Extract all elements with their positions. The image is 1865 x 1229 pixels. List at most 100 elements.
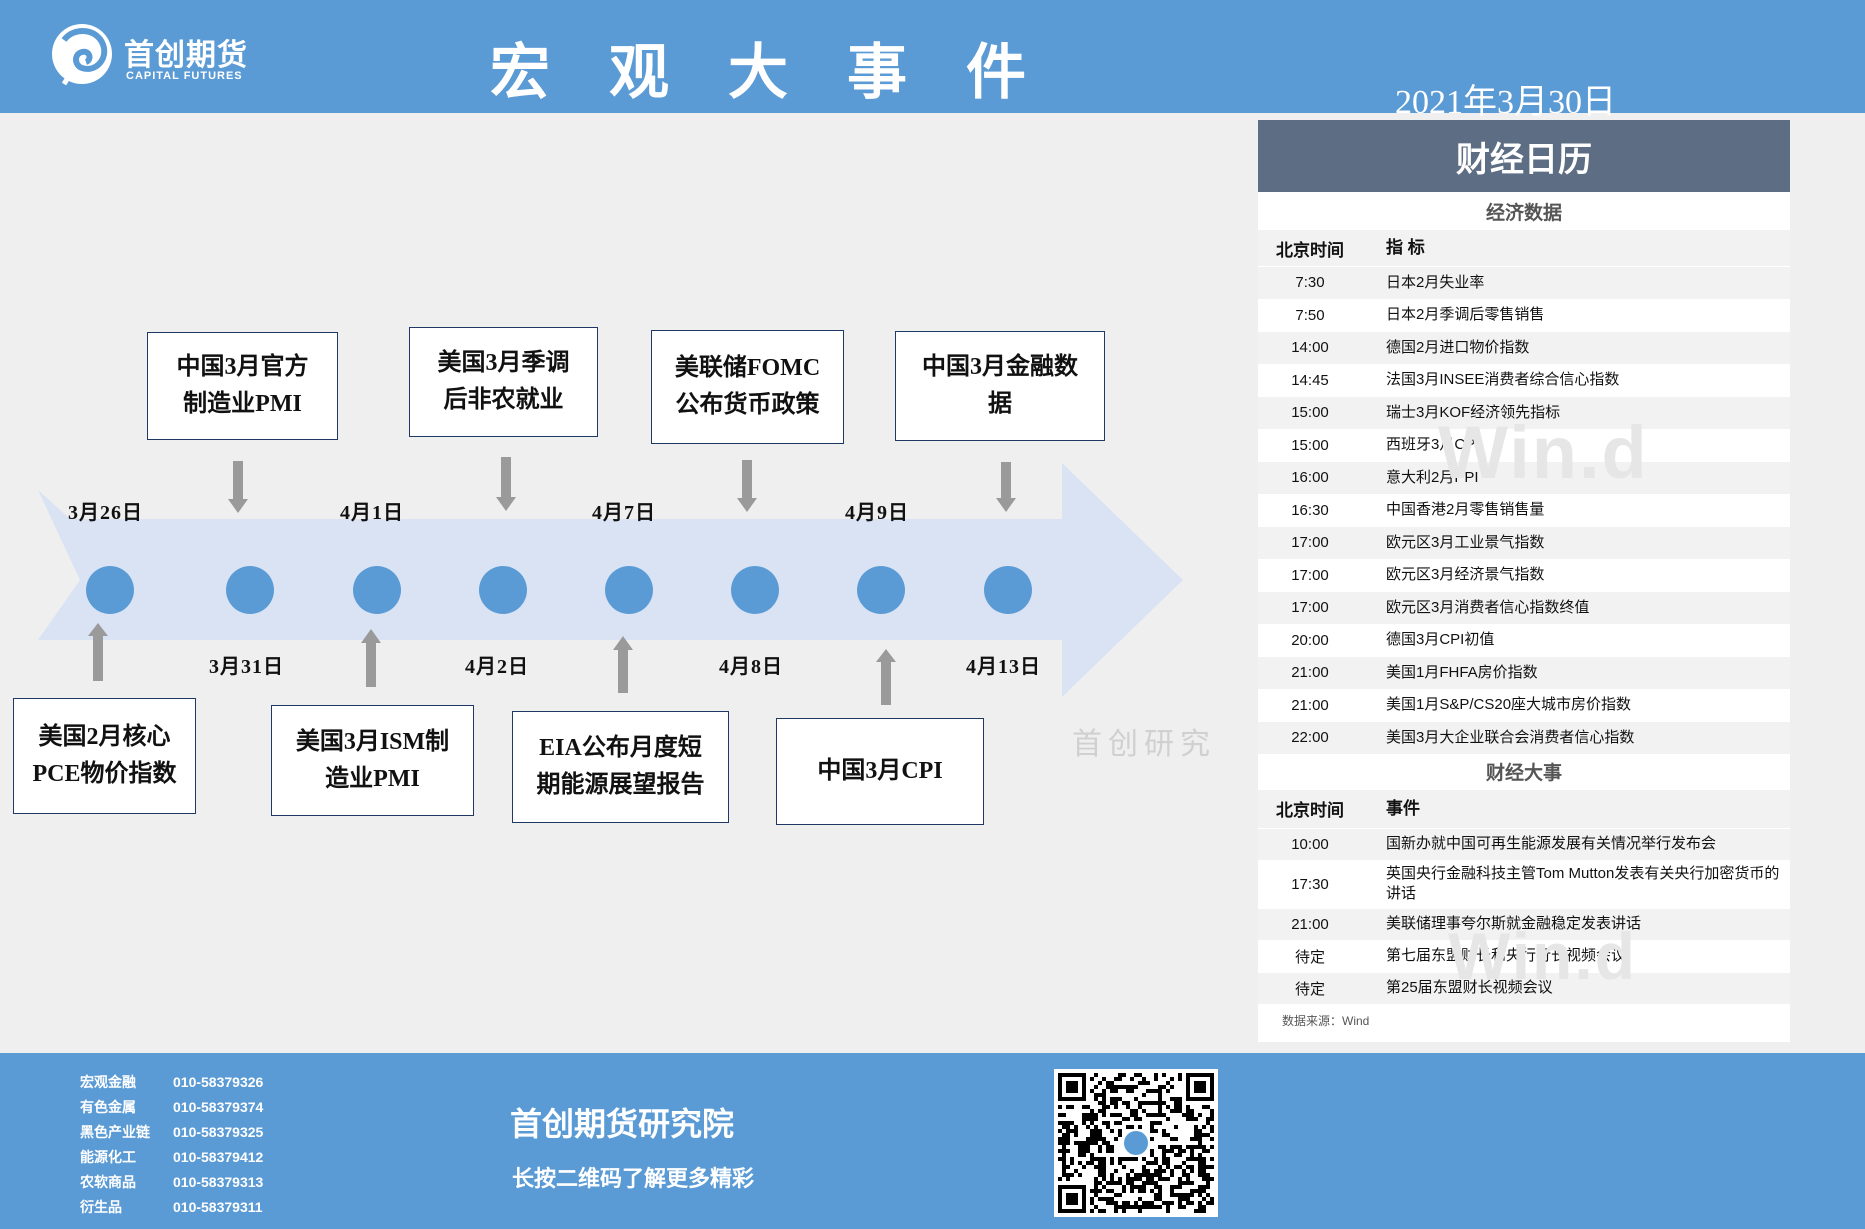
event-box-china-cpi: 中国3月CPI (776, 718, 984, 825)
event-text: 中国3月金融数 (922, 354, 1078, 380)
row-item: 美国1月S&P/CS20座大城市房价指数 (1386, 696, 1632, 714)
timeline-dot (857, 566, 905, 614)
events-table-header: 北京时间 事件 (1258, 789, 1790, 828)
row-item: 日本2月季调后零售销售 (1386, 306, 1545, 324)
event-text: 公布货币政策 (675, 392, 820, 418)
timeline-dot (226, 566, 274, 614)
date-label: 4月1日 (340, 502, 404, 524)
timeline-dot (605, 566, 653, 614)
date-label: 4月8日 (719, 656, 783, 678)
row-time: 待定 (1294, 948, 1325, 966)
row-time: 20:00 (1291, 631, 1329, 649)
down-arrow-3 (737, 460, 757, 512)
row-time: 17:30 (1291, 875, 1329, 893)
event-text: 美国3月ISM制 (295, 728, 450, 755)
up-arrow-4 (876, 649, 896, 705)
contact-dept: 宏观金融 (80, 1073, 136, 1090)
contact-phone: 010-58379325 (173, 1123, 264, 1140)
contact-dept: 黑色产业链 (80, 1123, 150, 1140)
contact-item: 宏观金融 010-58379326 (80, 1069, 263, 1094)
row-item: 欧元区3月工业景气指数 (1386, 533, 1545, 551)
up-arrow-3 (613, 636, 633, 693)
row-time: 17:00 (1291, 599, 1329, 617)
contact-item: 农软商品 010-58379313 (80, 1169, 263, 1194)
event-text: 美联储FOMC (674, 355, 821, 381)
row-item: 美国1月FHFA房价指数 (1386, 663, 1538, 681)
event-box-china-pmi: 中国3月官方 制造业PMI (147, 332, 338, 440)
contact-phone: 010-58379374 (173, 1098, 264, 1115)
table-row: 7:50 日本2月季调后零售销售 (1258, 298, 1790, 332)
row-time: 21:00 (1291, 915, 1329, 933)
row-time: 15:00 (1291, 404, 1329, 422)
table-row: 17:00 欧元区3月消费者信心指数终值 (1258, 591, 1790, 624)
col-item-header: 指 标 (1386, 238, 1425, 257)
row-time: 17:00 (1291, 534, 1329, 552)
row-item: 德国3月CPI初值 (1386, 631, 1495, 649)
event-text: 中国3月CPI (817, 758, 943, 784)
date-label: 4月13日 (966, 656, 1041, 678)
table-row: 17:30 英国央行金融科技主管Tom Mutton发表有关央行加密货币的讲话 (1258, 859, 1790, 908)
date-label: 4月9日 (845, 502, 909, 524)
event-box-eia: EIA公布月度短 期能源展望报告 (512, 711, 729, 823)
event-box-us-ism: 美国3月ISM制 造业PMI (271, 705, 474, 816)
row-time: 7:50 (1295, 306, 1325, 324)
row-time: 15:00 (1291, 436, 1329, 454)
row-time: 16:30 (1291, 501, 1329, 519)
contact-phone: 010-58379311 (173, 1198, 263, 1215)
timeline-dot (353, 566, 401, 614)
header-bar: 首创期货 CAPITAL FUTURES 宏 观 大 事 件 2021年3月30… (0, 0, 1865, 121)
row-time: 17:00 (1291, 566, 1329, 584)
down-arrow-4 (996, 462, 1016, 512)
event-box-us-pce: 美国2月核心 PCE物价指数 (13, 698, 196, 814)
finance-calendar-panel: Win.d Win.d 财经日历 经济数据 北京时间 指 标 7:30 日本2月失… (1258, 120, 1790, 1042)
row-time: 14:00 (1291, 339, 1329, 357)
contact-item: 衍生品 010-58379311 (80, 1194, 263, 1219)
row-item: 美国3月大企业联合会消费者信心指数 (1386, 728, 1635, 746)
event-text: 美国3月季调 (437, 350, 570, 376)
footer-bar: 宏观金融 010-58379326 有色金属 010-58379374 黑色产业链 010… (0, 1053, 1865, 1229)
date-label: 4月2日 (465, 656, 529, 678)
date-label: 3月31日 (209, 656, 284, 678)
contact-item: 能源化工 010-58379412 (80, 1144, 263, 1169)
row-item: 德国2月进口物价指数 (1386, 338, 1530, 356)
capital-futures-logo (52, 24, 112, 86)
event-text: PCE物价指数 (32, 761, 177, 787)
report-date: 2021年3月30日 (1395, 84, 1616, 121)
watermark: 首创研究 (1072, 728, 1216, 761)
row-time: 10:00 (1291, 835, 1329, 853)
row-time: 22:00 (1291, 729, 1329, 747)
timeline-dot (984, 566, 1032, 614)
col-time-header: 北京时间 (1276, 801, 1344, 820)
page-title: 宏 观 大 事 件 (490, 40, 1048, 106)
row-item: 法国3月INSEE消费者综合信心指数 (1386, 371, 1620, 389)
contact-dept: 衍生品 (80, 1198, 122, 1215)
table-row: 14:45 法国3月INSEE消费者综合信心指数 (1258, 363, 1790, 397)
table-row: 21:00 美国1月S&P/CS20座大城市房价指数 (1258, 688, 1790, 722)
watermark: Win.d (1448, 919, 1638, 993)
event-text: 后非农就业 (443, 387, 564, 413)
qr-code-icon[interactable] (1054, 1069, 1218, 1217)
table-row: 21:00 美国1月FHFA房价指数 (1258, 656, 1790, 689)
economic-section-title: 经济数据 (1485, 202, 1562, 224)
row-time: 16:00 (1291, 469, 1329, 487)
table-row: 22:00 美国3月大企业联合会消费者信心指数 (1258, 721, 1790, 754)
watermark: Win.d (1438, 411, 1649, 494)
event-text: 据 (988, 391, 1012, 417)
col-event-header: 事件 (1386, 798, 1420, 818)
logo-english-name: CAPITAL FUTURES (126, 70, 243, 82)
table-row: 14:00 德国2月进口物价指数 (1258, 331, 1790, 364)
calendar-title: 财经日历 (1258, 120, 1790, 192)
row-time: 21:00 (1291, 664, 1329, 682)
table-row: 17:00 欧元区3月工业景气指数 (1258, 526, 1790, 559)
contact-dept: 农软商品 (80, 1173, 136, 1190)
row-item: 英国央行金融科技主管Tom Mutton发表有关央行加密货币的讲话 (1386, 865, 1780, 902)
event-box-fomc: 美联储FOMC 公布货币政策 (651, 330, 844, 444)
row-item: 中国香港2月零售销售量 (1386, 501, 1545, 519)
timeline-dot (731, 566, 779, 614)
table-row: 7:30 日本2月失业率 (1258, 266, 1790, 299)
date-label: 3月26日 (68, 502, 143, 524)
contact-phone: 010-58379412 (173, 1148, 264, 1165)
col-time-header: 北京时间 (1276, 240, 1344, 260)
down-arrow-2 (496, 457, 516, 511)
timeline-dot (479, 566, 527, 614)
